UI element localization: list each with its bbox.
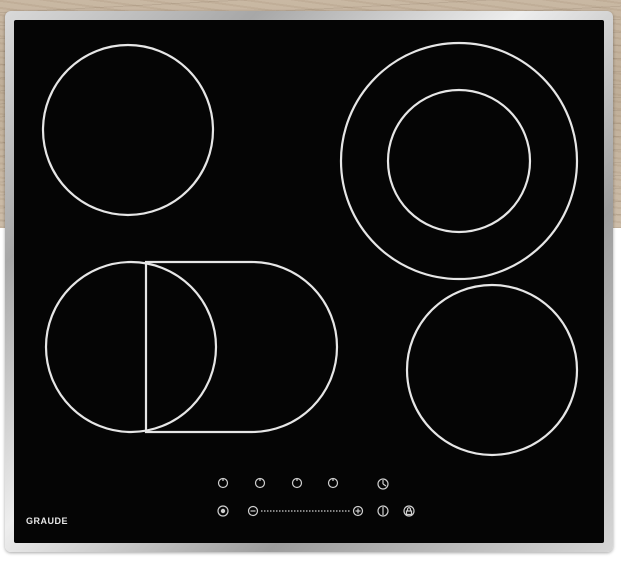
- zone-left-round: [44, 260, 218, 434]
- plus-icon[interactable]: [352, 505, 364, 517]
- cooking-zones: [41, 41, 579, 517]
- dual-zone-icon[interactable]: [377, 505, 389, 517]
- lock-icon[interactable]: [403, 505, 415, 517]
- zone-front-left-small: [41, 43, 215, 217]
- zone-rear-right-inner: [386, 88, 532, 234]
- zone-rear-right-outer: [339, 41, 579, 281]
- zone-oval-extension: [144, 260, 339, 434]
- power-icon[interactable]: [217, 505, 229, 517]
- brand-logo: GRAUDE: [26, 516, 69, 526]
- timer-icon[interactable]: [377, 478, 389, 490]
- minus-icon[interactable]: [247, 505, 259, 517]
- zone-timer-icon[interactable]: [291, 477, 303, 489]
- zone-timer-icon[interactable]: [327, 477, 339, 489]
- zone-front-right: [405, 283, 579, 457]
- zone-timer-icon[interactable]: [254, 477, 266, 489]
- zone-timer-icon[interactable]: [217, 477, 229, 489]
